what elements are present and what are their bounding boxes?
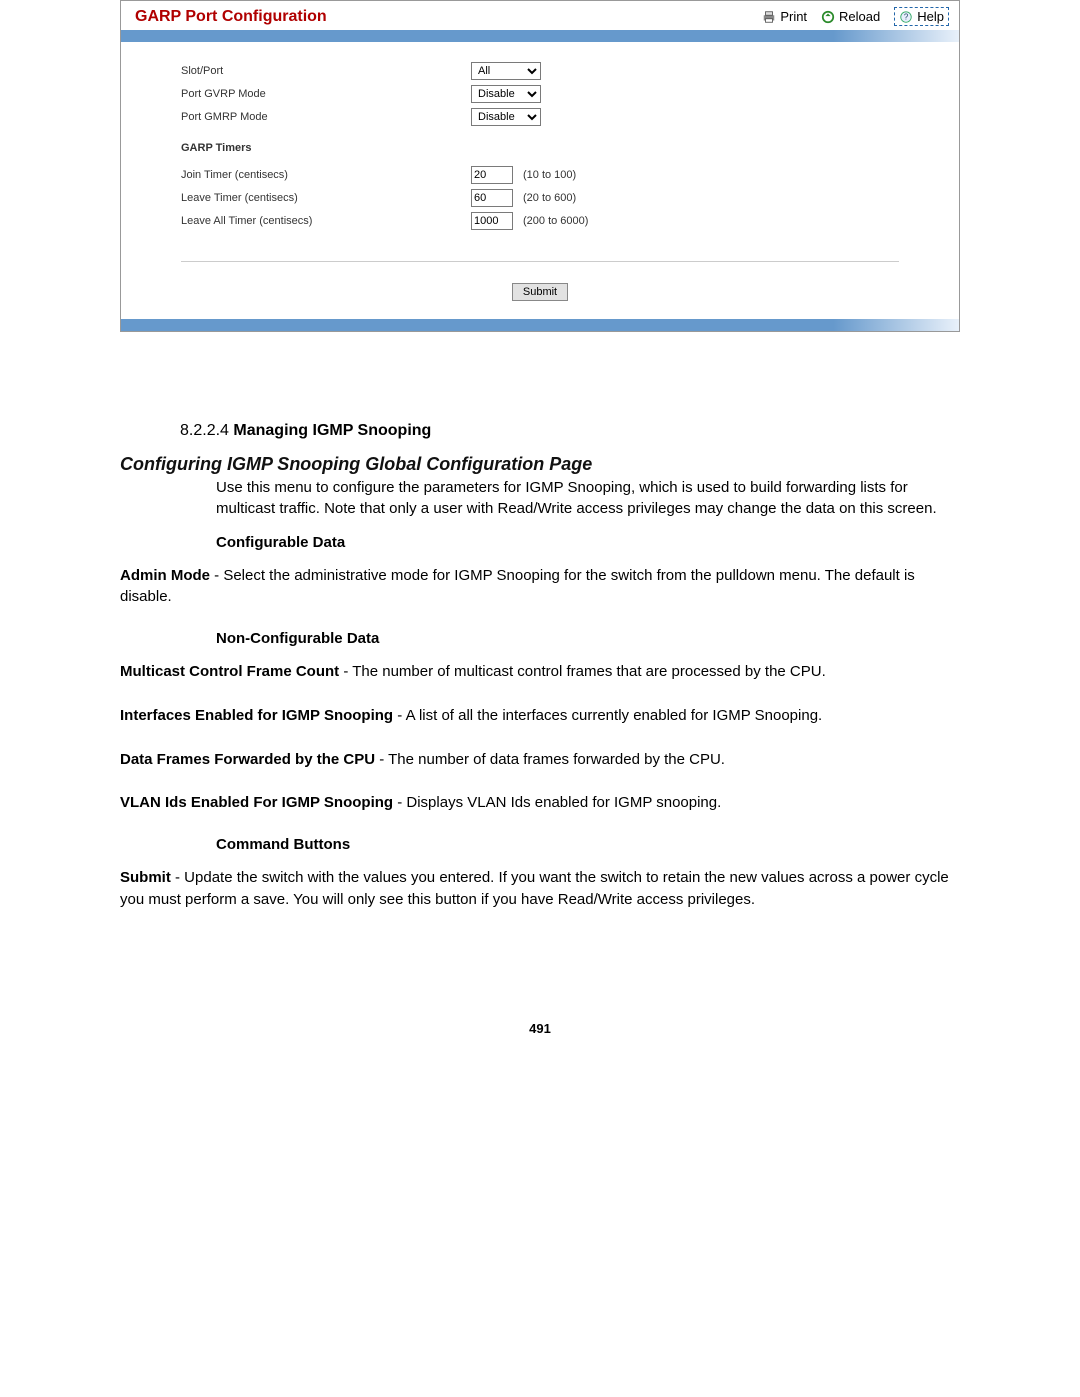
label-gmrp-mode: Port GMRP Mode [181, 111, 471, 123]
range-join-timer: (10 to 100) [523, 169, 576, 181]
form-area: Slot/Port All Port GVRP Mode Disable Por… [121, 42, 959, 247]
help-icon: ? [899, 10, 913, 24]
row-gmrp-mode: Port GMRP Mode Disable [181, 108, 919, 126]
mcast-term: Multicast Control Frame Count [120, 663, 339, 680]
range-leave-all-timer: (200 to 6000) [523, 215, 588, 227]
vlan-paragraph: VLAN Ids Enabled For IGMP Snooping - Dis… [120, 792, 960, 814]
dataframes-paragraph: Data Frames Forwarded by the CPU - The n… [120, 749, 960, 771]
vlan-body: - Displays VLAN Ids enabled for IGMP sno… [393, 794, 721, 811]
label-gvrp-mode: Port GVRP Mode [181, 88, 471, 100]
ifaces-paragraph: Interfaces Enabled for IGMP Snooping - A… [120, 705, 960, 727]
divider-bar [121, 30, 959, 42]
submit-paragraph: Submit - Update the switch with the valu… [120, 867, 960, 911]
command-buttons-heading: Command Buttons [216, 836, 960, 853]
gmrp-mode-select[interactable]: Disable [471, 108, 541, 126]
join-timer-input[interactable] [471, 166, 513, 184]
label-slot-port: Slot/Port [181, 65, 471, 77]
ifaces-term: Interfaces Enabled for IGMP Snooping [120, 707, 393, 724]
slot-port-select[interactable]: All [471, 62, 541, 80]
garp-config-panel: GARP Port Configuration Print Reload [120, 0, 960, 332]
leave-all-timer-input[interactable] [471, 212, 513, 230]
document-body: 8.2.2.4 Managing IGMP Snooping Configuri… [120, 422, 960, 1036]
label-leave-timer: Leave Timer (centisecs) [181, 192, 471, 204]
dataframes-body: - The number of data frames forwarded by… [375, 751, 725, 768]
admin-mode-term: Admin Mode [120, 567, 210, 584]
reload-label: Reload [839, 9, 880, 24]
row-join-timer: Join Timer (centisecs) (10 to 100) [181, 166, 919, 184]
divider-bar-bottom [121, 319, 959, 331]
print-icon [762, 10, 776, 24]
ifaces-body: - A list of all the interfaces currently… [393, 707, 822, 724]
divider-line [181, 261, 899, 262]
label-join-timer: Join Timer (centisecs) [181, 169, 471, 181]
panel-title: GARP Port Configuration [135, 8, 762, 26]
page-number: 491 [120, 1021, 960, 1036]
section-title: Managing IGMP Snooping [233, 422, 431, 439]
leave-timer-input[interactable] [471, 189, 513, 207]
submit-term: Submit [120, 869, 171, 886]
non-configurable-data-heading: Non-Configurable Data [216, 630, 960, 647]
label-leave-all-timer: Leave All Timer (centisecs) [181, 215, 471, 227]
row-slot-port: Slot/Port All [181, 62, 919, 80]
mcast-paragraph: Multicast Control Frame Count - The numb… [120, 661, 960, 683]
row-leave-timer: Leave Timer (centisecs) (20 to 600) [181, 189, 919, 207]
intro-paragraph: Use this menu to configure the parameter… [216, 477, 960, 520]
row-gvrp-mode: Port GVRP Mode Disable [181, 85, 919, 103]
section-heading: 8.2.2.4 Managing IGMP Snooping [120, 422, 960, 440]
garp-timers-heading: GARP Timers [181, 142, 919, 154]
print-label: Print [780, 9, 807, 24]
row-leave-all-timer: Leave All Timer (centisecs) (200 to 6000… [181, 212, 919, 230]
submit-body: - Update the switch with the values you … [120, 869, 949, 908]
reload-button[interactable]: Reload [821, 9, 880, 24]
gvrp-mode-select[interactable]: Disable [471, 85, 541, 103]
help-button[interactable]: ? Help [894, 7, 949, 26]
admin-mode-paragraph: Admin Mode - Select the administrative m… [120, 565, 960, 609]
range-leave-timer: (20 to 600) [523, 192, 576, 204]
vlan-term: VLAN Ids Enabled For IGMP Snooping [120, 794, 393, 811]
help-label: Help [917, 9, 944, 24]
reload-icon [821, 10, 835, 24]
section-number: 8.2.2.4 [180, 422, 229, 439]
panel-header: GARP Port Configuration Print Reload [121, 1, 959, 30]
svg-text:?: ? [904, 12, 909, 21]
admin-mode-body: - Select the administrative mode for IGM… [120, 567, 915, 606]
page-heading: Configuring IGMP Snooping Global Configu… [120, 454, 960, 475]
print-button[interactable]: Print [762, 9, 807, 24]
submit-button[interactable]: Submit [512, 283, 568, 301]
configurable-data-heading: Configurable Data [216, 534, 960, 551]
mcast-body: - The number of multicast control frames… [339, 663, 826, 680]
dataframes-term: Data Frames Forwarded by the CPU [120, 751, 375, 768]
panel-actions: Print Reload ? Help [762, 7, 949, 26]
